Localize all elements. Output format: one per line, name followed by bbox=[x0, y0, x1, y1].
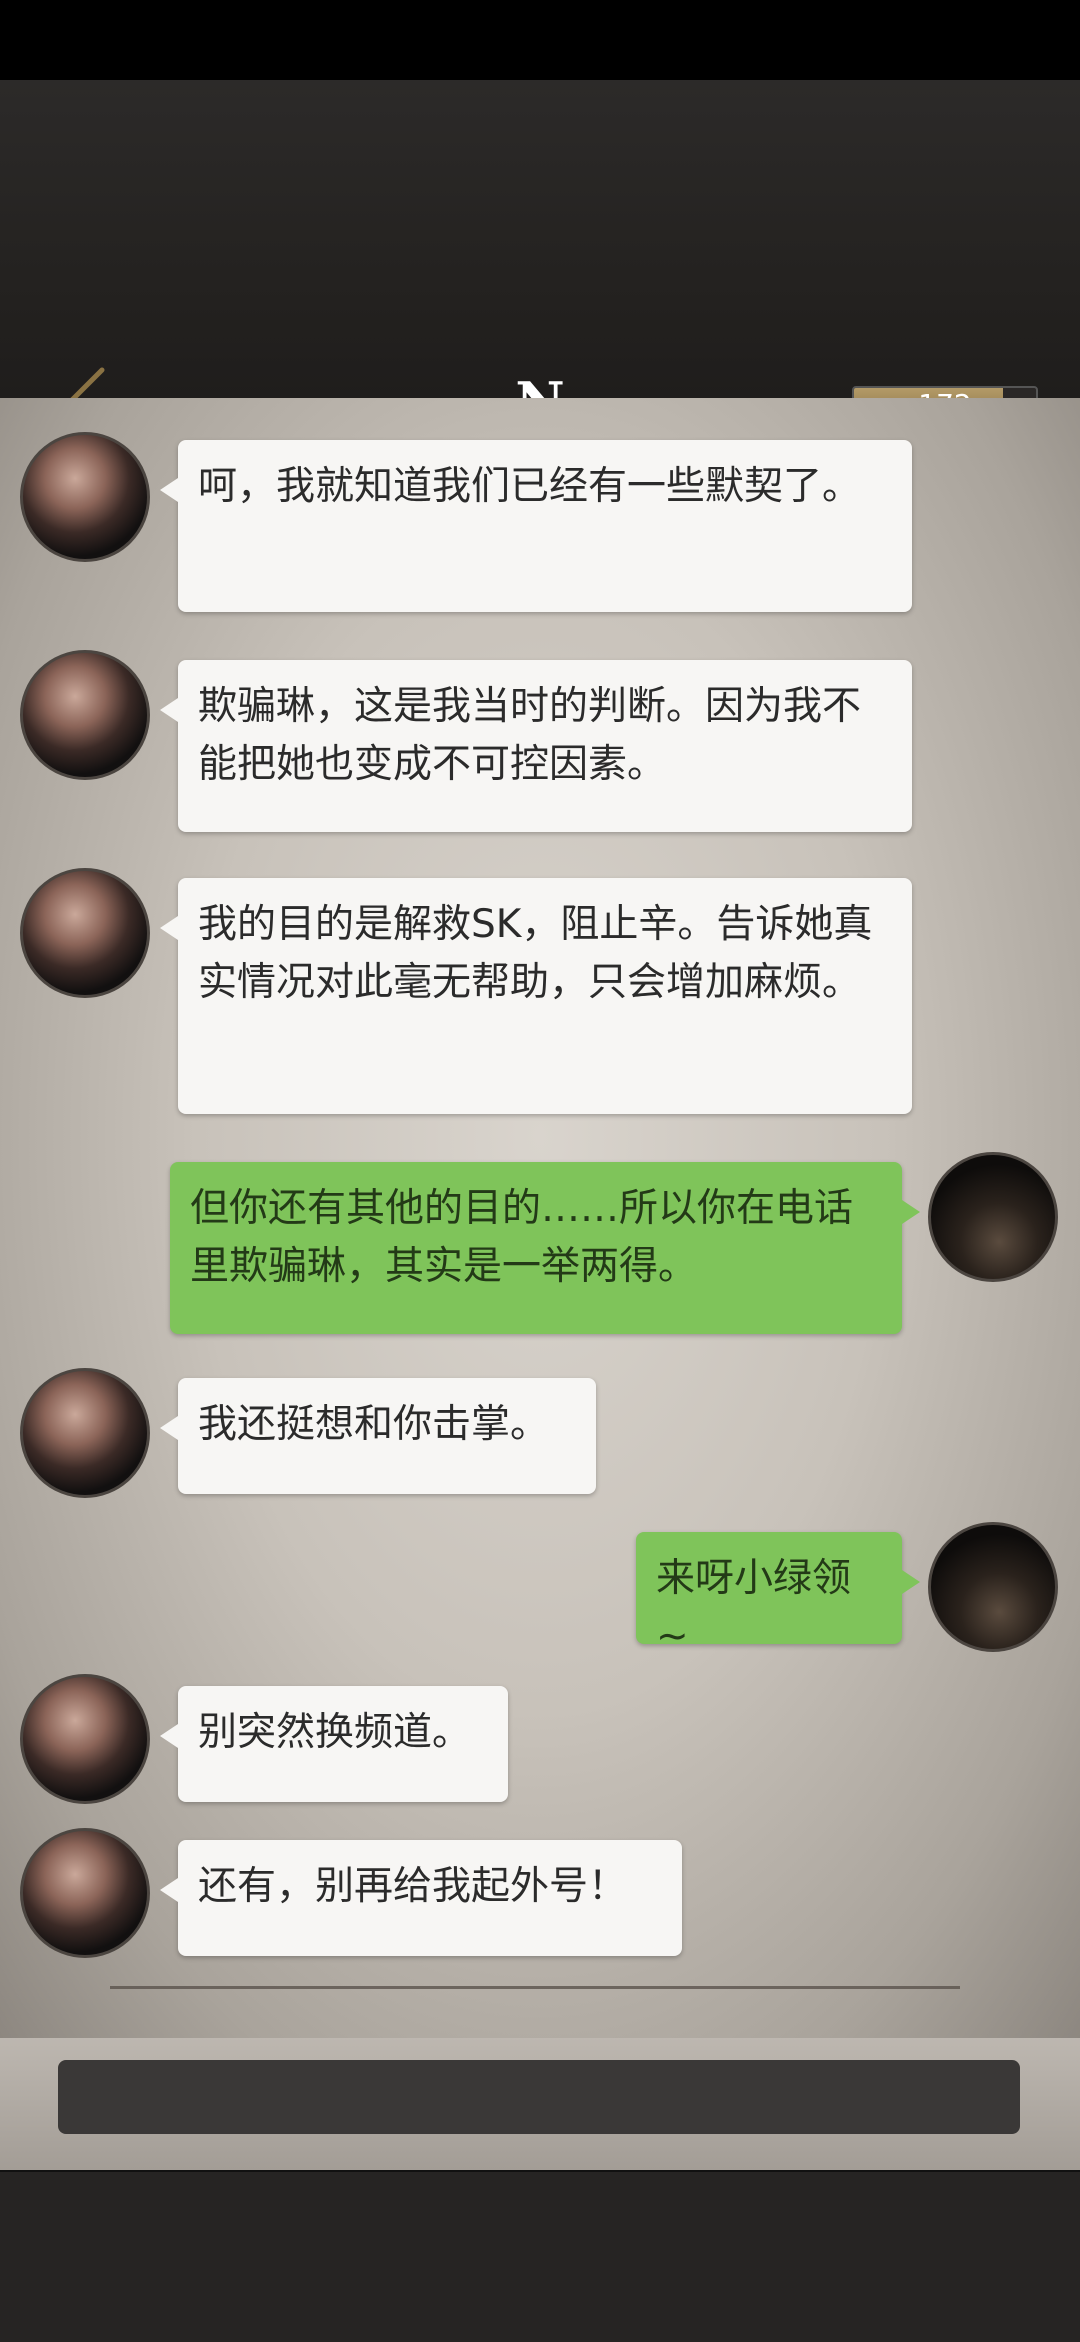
divider bbox=[110, 1986, 960, 1989]
chat-header: N 172 bbox=[0, 80, 1080, 437]
outgoing-message: 来呀小绿领~ bbox=[636, 1532, 920, 1659]
incoming-message: 我还挺想和你击掌。 bbox=[160, 1378, 596, 1494]
incoming-message: 欺骗琳，这是我当时的判断。因为我不能把她也变成不可控因素。 bbox=[160, 660, 912, 832]
input-bar bbox=[0, 2038, 1080, 2170]
contact-avatar[interactable] bbox=[20, 1368, 150, 1498]
contact-avatar[interactable] bbox=[20, 1674, 150, 1804]
outgoing-message: 但你还有其他的目的……所以你在电话里欺骗琳，其实是一举两得。 bbox=[170, 1162, 920, 1334]
contact-avatar[interactable] bbox=[20, 432, 150, 562]
contact-avatar[interactable] bbox=[20, 868, 150, 998]
chat-area[interactable]: 呵，我就知道我们已经有一些默契了。 欺骗琳，这是我当时的判断。因为我不能把她也变… bbox=[0, 398, 1080, 2038]
incoming-message: 别突然换频道。 bbox=[160, 1686, 508, 1802]
incoming-message: 还有，别再给我起外号！ bbox=[160, 1840, 682, 1956]
bottom-bar bbox=[0, 2170, 1080, 2342]
incoming-message: 呵，我就知道我们已经有一些默契了。 bbox=[160, 440, 912, 612]
message-input[interactable] bbox=[58, 2060, 1020, 2134]
contact-avatar[interactable] bbox=[20, 1828, 150, 1958]
user-avatar[interactable] bbox=[928, 1152, 1058, 1282]
incoming-message: 我的目的是解救SK，阻止辛。告诉她真实情况对此毫无帮助，只会增加麻烦。 bbox=[160, 878, 912, 1114]
status-bar bbox=[0, 0, 1080, 80]
contact-avatar[interactable] bbox=[20, 650, 150, 780]
user-avatar[interactable] bbox=[928, 1522, 1058, 1652]
